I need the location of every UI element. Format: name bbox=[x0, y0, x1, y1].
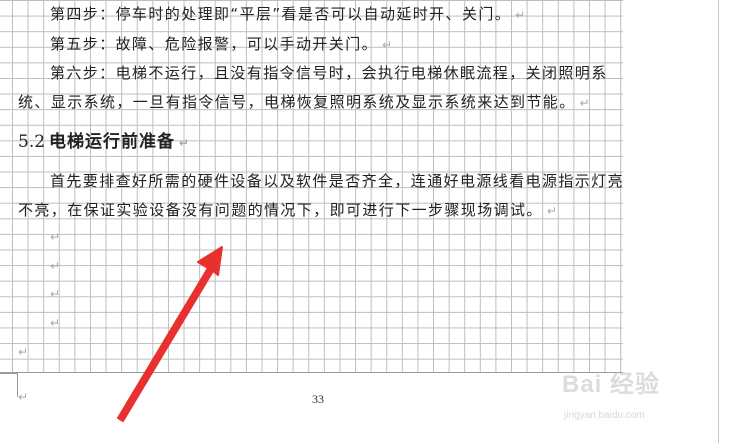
annotation-arrow-icon bbox=[117, 246, 223, 422]
document-page: 第四步：停车时的处理即“平层”看是否可以自动延时开、关门。 ↵ 第五步：故障、危险… bbox=[0, 0, 733, 443]
